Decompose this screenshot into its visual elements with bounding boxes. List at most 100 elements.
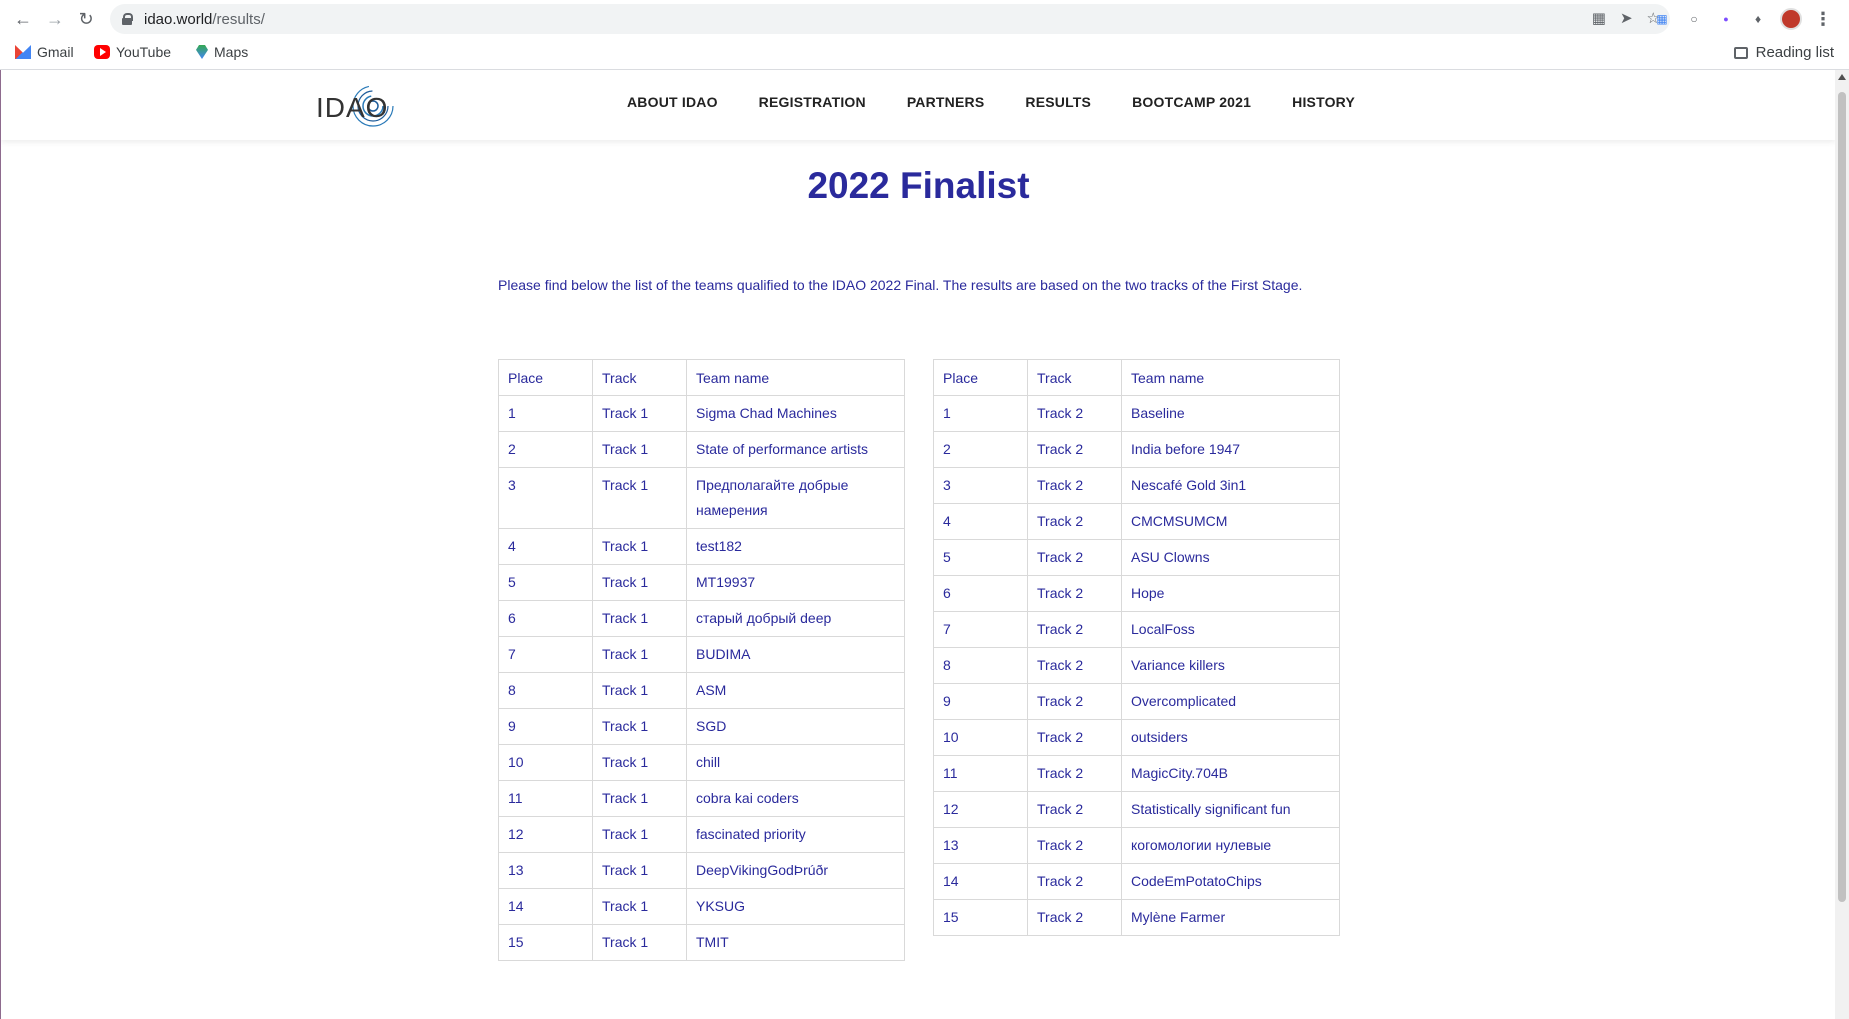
cell-place: 14 <box>498 888 593 925</box>
cell-track: Track 2 <box>1027 575 1122 612</box>
cell-team-name: SGD <box>686 708 905 745</box>
scroll-up-arrow-icon[interactable] <box>1838 74 1846 80</box>
cell-track: Track 2 <box>1027 719 1122 756</box>
extension-b-icon[interactable]: ● <box>1716 9 1736 29</box>
cell-place: 13 <box>498 852 593 889</box>
cell-team-name: Baseline <box>1121 395 1340 432</box>
cell-place: 15 <box>498 924 593 961</box>
bookmark-maps[interactable]: Maps <box>196 44 248 60</box>
table-row: 1 Track 2 Baseline <box>933 395 1340 432</box>
table-row: 12 Track 2 Statistically significant fun <box>933 791 1340 828</box>
track2-table-body: 1 Track 2 Baseline 2 Track 2 India before 194… <box>933 395 1340 936</box>
nav-history[interactable]: HISTORY <box>1292 94 1355 110</box>
extension-translate-icon[interactable]: ▦ <box>1652 9 1672 29</box>
header-track: Track <box>592 359 687 396</box>
track1-table-body: 1 Track 1 Sigma Chad Machines 2 Track 1 State… <box>498 395 905 961</box>
forward-icon[interactable]: → <box>44 8 66 30</box>
youtube-icon <box>94 45 110 59</box>
cell-team-name: Hope <box>1121 575 1340 612</box>
cell-track: Track 1 <box>592 924 687 961</box>
bookmarks-bar: Gmail YouTube Maps Reading list <box>0 40 1849 68</box>
cell-team-name: ASU Clowns <box>1121 539 1340 576</box>
table-row: 4 Track 1 test182 <box>498 528 905 565</box>
translate-icon[interactable]: ▦ <box>1592 9 1606 27</box>
cell-track: Track 2 <box>1027 611 1122 648</box>
intro-text: Please find below the list of the teams … <box>498 277 1303 293</box>
nav-partners[interactable]: PARTNERS <box>907 94 985 110</box>
table-row: 15 Track 1 TMIT <box>498 924 905 961</box>
cell-place: 8 <box>933 647 1028 684</box>
idao-logo[interactable]: IDAO <box>316 82 396 130</box>
table-row: 5 Track 2 ASU Clowns <box>933 539 1340 576</box>
cell-track: Track 1 <box>592 708 687 745</box>
logo-text: IDAO <box>316 92 389 123</box>
cell-place: 1 <box>498 395 593 432</box>
cell-place: 15 <box>933 899 1028 936</box>
bookmark-label: YouTube <box>116 44 172 60</box>
cell-track: Track 2 <box>1027 503 1122 540</box>
maps-icon <box>196 45 208 59</box>
cell-team-name: когомологии нулевые <box>1121 827 1340 864</box>
send-icon[interactable]: ➤ <box>1620 9 1633 27</box>
table-row: 1 Track 1 Sigma Chad Machines <box>498 395 905 432</box>
url-text[interactable]: idao.world/results/ <box>144 11 265 28</box>
extension-grey-icon[interactable]: ○ <box>1684 9 1704 29</box>
cell-place: 5 <box>933 539 1028 576</box>
cell-place: 13 <box>933 827 1028 864</box>
cell-track: Track 1 <box>592 395 687 432</box>
table-row: 5 Track 1 MT19937 <box>498 564 905 601</box>
cell-place: 10 <box>933 719 1028 756</box>
header-team-name: Team name <box>1121 359 1340 396</box>
reload-icon[interactable]: ↻ <box>75 8 97 30</box>
cell-team-name: Variance killers <box>1121 647 1340 684</box>
cell-place: 12 <box>498 816 593 853</box>
cell-place: 6 <box>933 575 1028 612</box>
cell-track: Track 1 <box>592 636 687 673</box>
cell-place: 2 <box>933 431 1028 468</box>
lock-icon[interactable] <box>122 13 133 25</box>
page-scrollbar[interactable] <box>1835 70 1849 1019</box>
table-row: 13 Track 1 DeepVikingGodÞrúðr <box>498 852 905 889</box>
address-bar[interactable]: idao.world/results/ ▦ ➤ ☆ <box>110 4 1670 34</box>
table-header-row: Place Track Team name <box>933 359 1340 396</box>
scroll-thumb[interactable] <box>1838 92 1846 902</box>
cell-team-name: Mylène Farmer <box>1121 899 1340 936</box>
nav-bootcamp-2021[interactable]: BOOTCAMP 2021 <box>1132 94 1251 110</box>
bookmark-label: Maps <box>214 44 249 60</box>
cell-team-name: CMCMSUMCM <box>1121 503 1340 540</box>
cell-track: Track 2 <box>1027 539 1122 576</box>
nav-about-idao[interactable]: ABOUT IDAO <box>627 94 718 110</box>
cell-team-name: DeepVikingGodÞrúðr <box>686 852 905 889</box>
cell-place: 3 <box>933 467 1028 504</box>
browser-menu-icon[interactable]: ⋮ <box>1814 9 1832 30</box>
bookmark-gmail[interactable]: Gmail <box>15 44 74 60</box>
table-row: 8 Track 2 Variance killers <box>933 647 1340 684</box>
cell-place: 10 <box>498 744 593 781</box>
table-row: 9 Track 2 Overcomplicated <box>933 683 1340 720</box>
nav-registration[interactable]: REGISTRATION <box>759 94 866 110</box>
cell-team-name: India before 1947 <box>1121 431 1340 468</box>
table-row: 14 Track 2 CodeEmPotatoChips <box>933 863 1340 900</box>
back-icon[interactable]: ← <box>12 8 34 30</box>
browser-toolbar: ← → ↻ idao.world/results/ ▦ ➤ ☆ ▦ ○ ● ♦ … <box>0 0 1849 38</box>
table-row: 11 Track 2 MagicCity.704B <box>933 755 1340 792</box>
table-row: 8 Track 1 ASM <box>498 672 905 709</box>
reading-list-label: Reading list <box>1755 44 1834 61</box>
extensions-puzzle-icon[interactable]: ♦ <box>1748 9 1768 29</box>
cell-track: Track 1 <box>592 852 687 889</box>
track1-table: Place Track Team name 1 Track 1 Sigma Chad… <box>498 359 905 961</box>
cell-team-name: MT19937 <box>686 564 905 601</box>
cell-place: 11 <box>933 755 1028 792</box>
cell-team-name: outsiders <box>1121 719 1340 756</box>
cell-track: Track 2 <box>1027 683 1122 720</box>
bookmark-youtube[interactable]: YouTube <box>94 44 171 60</box>
header-team-name: Team name <box>686 359 905 396</box>
reading-list-button[interactable]: Reading list <box>1733 44 1834 61</box>
cell-place: 8 <box>498 672 593 709</box>
profile-avatar[interactable] <box>1780 8 1802 30</box>
cell-place: 14 <box>933 863 1028 900</box>
cell-track: Track 1 <box>592 467 687 529</box>
cell-place: 3 <box>498 467 593 529</box>
table-row: 10 Track 2 outsiders <box>933 719 1340 756</box>
nav-results[interactable]: RESULTS <box>1025 94 1091 110</box>
